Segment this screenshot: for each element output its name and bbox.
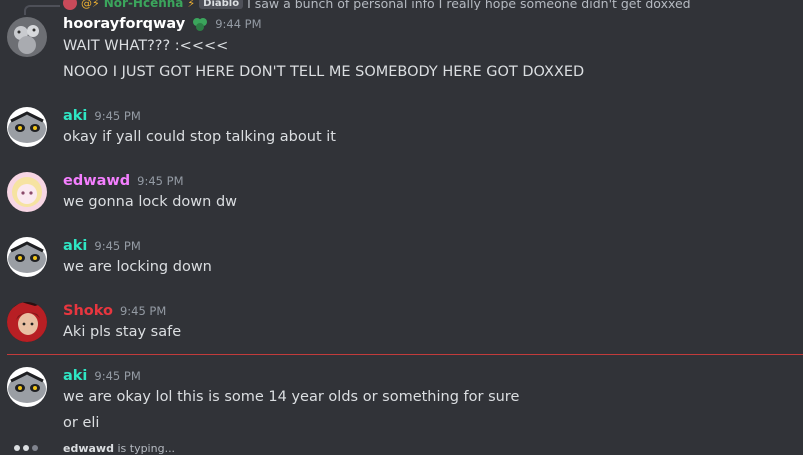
reply-avatar xyxy=(63,0,77,10)
typing-dots-icon xyxy=(14,445,38,451)
timestamp: 9:45 PM xyxy=(94,369,141,383)
message-header: edwawd 9:45 PM xyxy=(63,173,184,189)
message-text: okay if yall could stop talking about it xyxy=(63,129,336,145)
username[interactable]: aki xyxy=(63,108,87,124)
avatar[interactable] xyxy=(7,107,47,147)
avatar[interactable] xyxy=(7,17,47,57)
message-header: aki 9:45 PM xyxy=(63,368,141,384)
username[interactable]: edwawd xyxy=(63,173,130,189)
message-header: aki 9:45 PM xyxy=(63,238,141,254)
username[interactable]: aki xyxy=(63,238,87,254)
reply-preview[interactable]: @⚡ Nor-Hcenna ⚡ Diablo I saw a bunch of … xyxy=(63,0,803,10)
message-text: we are locking down xyxy=(63,259,212,275)
username[interactable]: Shoko xyxy=(63,303,113,319)
timestamp: 9:44 PM xyxy=(215,17,262,31)
message-header: Shoko 9:45 PM xyxy=(63,303,166,319)
new-messages-divider xyxy=(7,354,803,355)
reply-connector xyxy=(24,5,60,15)
message-text: NOOO I JUST GOT HERE DON'T TELL ME SOMEB… xyxy=(63,64,585,80)
leaf-badge-icon xyxy=(193,18,208,31)
reply-tag: Diablo xyxy=(199,0,244,9)
lightning-icon: ⚡ xyxy=(187,0,196,10)
username[interactable]: aki xyxy=(63,368,87,384)
message-header: aki 9:45 PM xyxy=(63,108,141,124)
typing-indicator: edwawd is typing... xyxy=(0,441,803,455)
message-text: WAIT WHAT??? :<<<< xyxy=(63,38,229,54)
timestamp: 9:45 PM xyxy=(137,174,184,188)
message-text: or eli xyxy=(63,415,100,431)
typing-suffix: is typing... xyxy=(117,442,176,455)
avatar[interactable] xyxy=(7,367,47,407)
timestamp: 9:45 PM xyxy=(94,109,141,123)
avatar[interactable] xyxy=(7,172,47,212)
typing-user: edwawd xyxy=(63,442,114,455)
message-text: we are okay lol this is some 14 year old… xyxy=(63,389,520,405)
message-text: we gonna lock down dw xyxy=(63,194,238,210)
lightning-icon: @⚡ xyxy=(81,0,100,10)
reply-author[interactable]: Nor-Hcenna xyxy=(104,0,184,10)
avatar[interactable] xyxy=(7,237,47,277)
message-header: hoorayforqway 9:44 PM xyxy=(63,16,262,32)
avatar[interactable] xyxy=(7,302,47,342)
reply-text[interactable]: I saw a bunch of personal info I really … xyxy=(247,0,691,10)
timestamp: 9:45 PM xyxy=(94,239,141,253)
timestamp: 9:45 PM xyxy=(119,304,167,318)
username[interactable]: hoorayforqway xyxy=(63,16,185,32)
message-text: Aki pls stay safe xyxy=(63,324,182,340)
